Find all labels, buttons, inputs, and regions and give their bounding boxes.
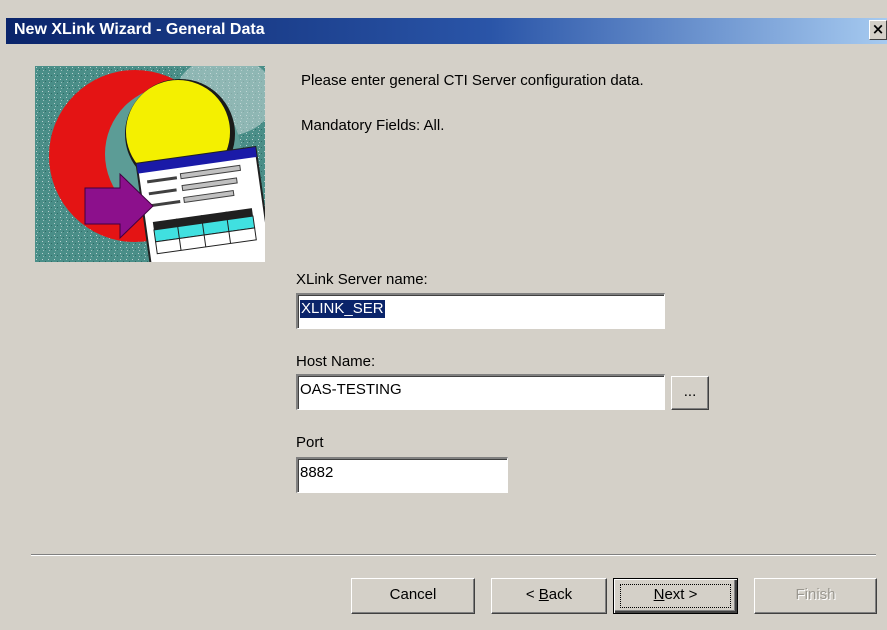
browse-host-label: ... [683, 383, 697, 400]
close-button[interactable]: × [869, 20, 887, 40]
server-name-input[interactable]: XLINK_SER [296, 293, 665, 329]
mandatory-fields-note: Mandatory Fields: All. [301, 117, 445, 134]
cancel-button[interactable]: Cancel [351, 578, 475, 614]
back-button[interactable]: < Back [491, 578, 607, 614]
next-label: Next > [653, 586, 698, 603]
instruction-text: Please enter general CTI Server configur… [301, 72, 644, 89]
button-separator [31, 554, 876, 556]
host-name-value: OAS-TESTING [300, 381, 402, 398]
port-value: 8882 [300, 464, 334, 481]
back-label: < Back [525, 586, 573, 603]
browse-host-button[interactable]: ... [671, 376, 709, 410]
port-label: Port [296, 434, 324, 451]
close-icon: × [871, 20, 885, 38]
title-bar[interactable]: New XLink Wizard - General Data × [6, 18, 887, 44]
cancel-label: Cancel [389, 586, 437, 603]
server-name-value: XLINK_SER [300, 300, 385, 318]
server-name-label: XLink Server name: [296, 271, 428, 288]
wizard-dialog: New XLink Wizard - General Data × Please… [0, 0, 887, 630]
wizard-illustration [35, 66, 265, 262]
host-name-label: Host Name: [296, 353, 376, 370]
finish-button[interactable]: Finish [754, 578, 877, 614]
host-name-input[interactable]: OAS-TESTING [296, 374, 665, 410]
port-input[interactable]: 8882 [296, 457, 508, 493]
window-title: New XLink Wizard - General Data [14, 21, 265, 38]
next-button[interactable]: Next > [613, 578, 738, 614]
finish-label: Finish [795, 586, 836, 603]
